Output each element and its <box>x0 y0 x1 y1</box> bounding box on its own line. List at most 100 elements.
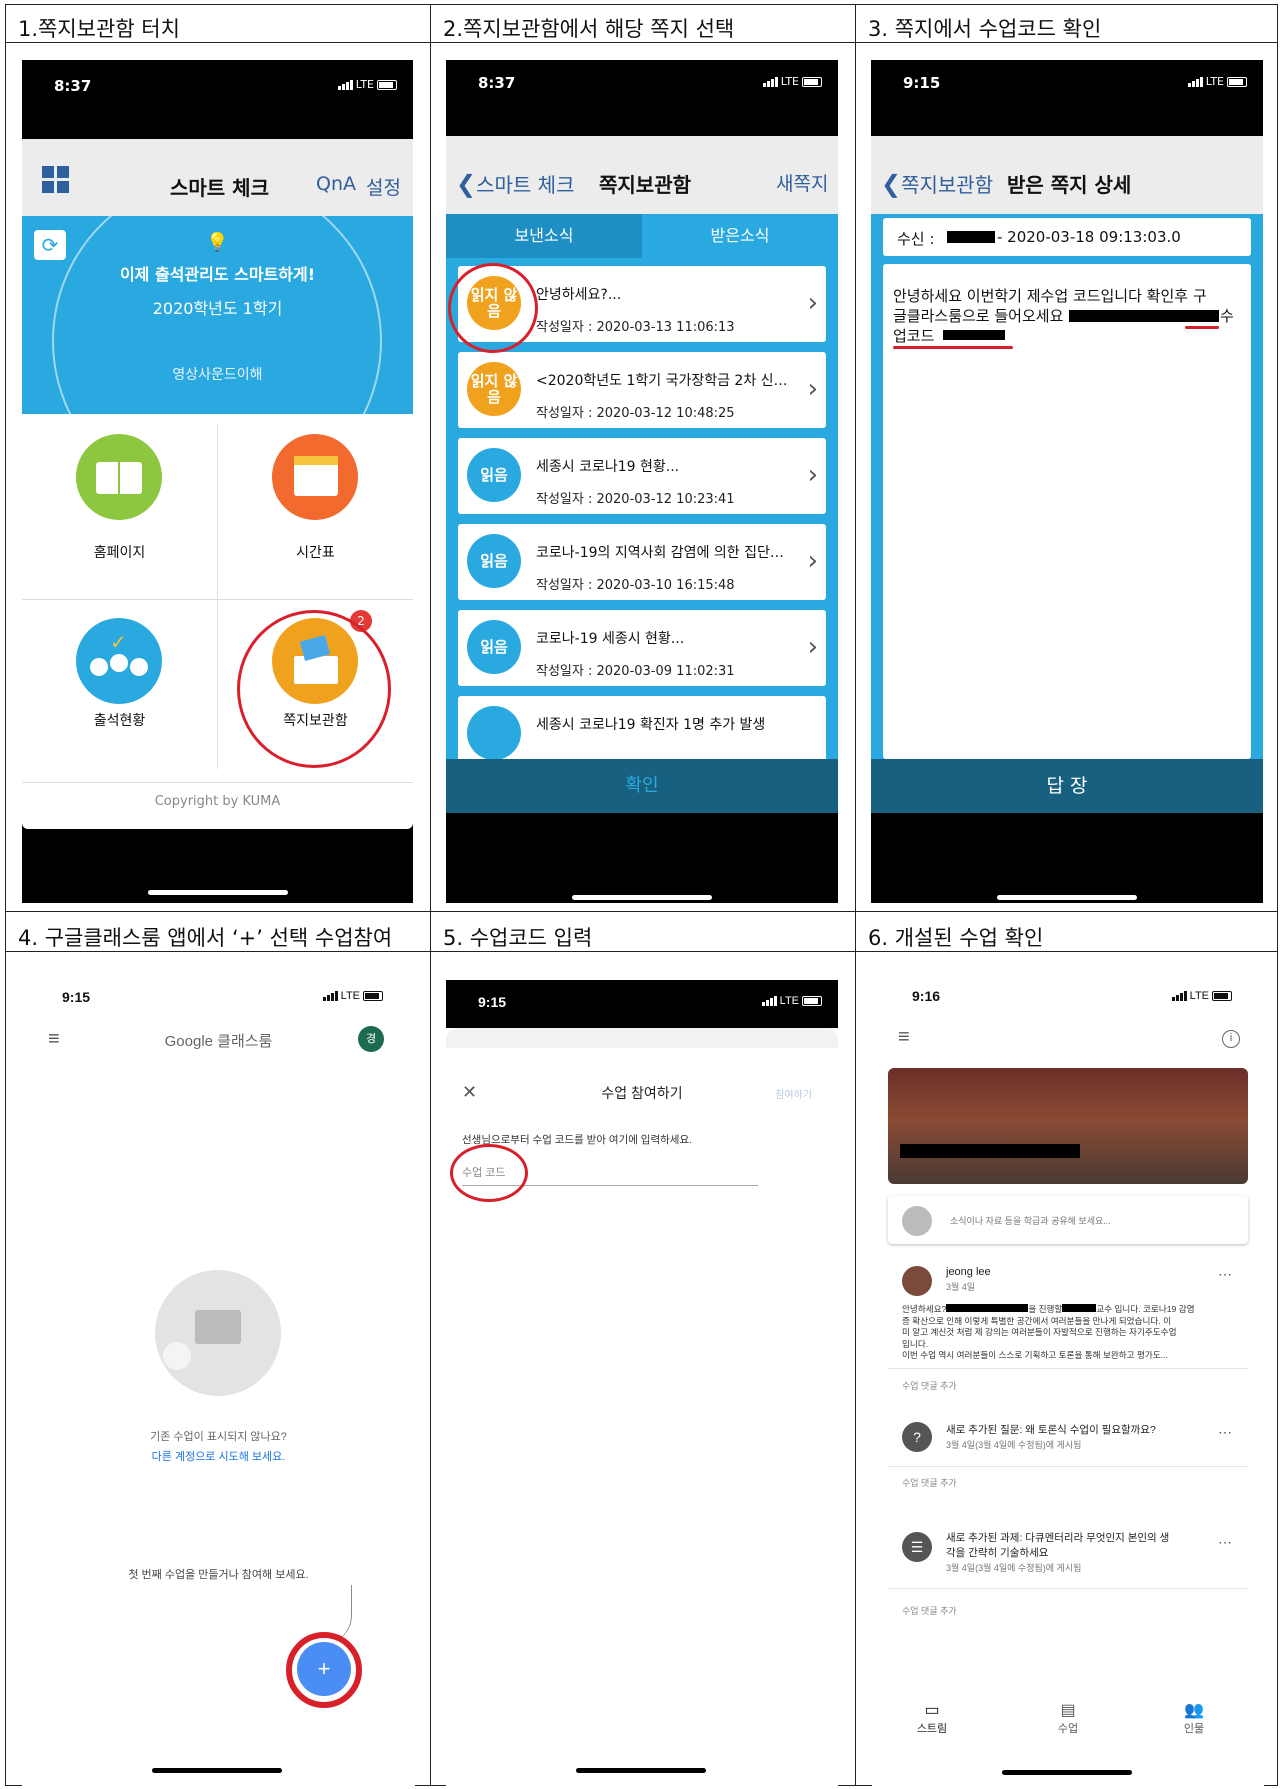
message-body: 안녕하세요 이번학기 제수업 코드입니다 확인후 구 글클라스룸으로 들어오세요… <box>883 264 1251 759</box>
step-3-header: 3. 쪽지에서 수업코드 확인 <box>868 17 1102 41</box>
step-6-header: 6. 개설된 수업 확인 <box>868 926 1044 950</box>
back-button[interactable]: ❮쪽지보관함 <box>881 169 993 198</box>
tab-sent[interactable]: 보낸소식 <box>446 214 642 258</box>
info-icon[interactable]: i <box>1222 1030 1240 1048</box>
menu-homepage[interactable]: 홈페이지 <box>22 414 217 599</box>
hamburger-menu-icon[interactable]: ≡ <box>898 1026 910 1049</box>
more-options-icon[interactable]: ⋯ <box>1218 1534 1232 1551</box>
switch-account-link[interactable]: 다른 계정으로 시도해 보세요. <box>22 1448 415 1464</box>
status-bar: 9:15 LTE <box>446 980 838 1028</box>
step-4-header: 4. 구글클래스룸 앱에서 ‘+’ 선택 수업참여 <box>18 926 393 950</box>
highlight-circle <box>286 1632 362 1708</box>
message-date: 작성일자 : 2020-03-09 11:02:31 <box>536 664 735 679</box>
message-date: 작성일자 : 2020-03-13 11:06:13 <box>536 320 735 335</box>
question-post[interactable]: ? 새로 추가된 질문: 왜 토론식 수업이 필요할까요? 3월 4일(3월 4… <box>888 1410 1248 1506</box>
post-date: 3월 4일 <box>946 1282 976 1292</box>
read-badge: 읽음 <box>467 448 521 502</box>
back-button[interactable]: ❮스마트 체크 <box>456 169 574 198</box>
share-box[interactable]: 소식이나 자료 등을 학급과 공유해 보세요... <box>888 1196 1248 1244</box>
class-banner <box>888 1068 1248 1184</box>
app-header: 스마트 체크 QnA 설정 <box>22 139 413 216</box>
question-date: 3월 4일(3월 4일에 수정됨)에 게시됨 <box>946 1440 1082 1450</box>
status-icons: LTE <box>1171 990 1232 1002</box>
question-icon: ? <box>902 1422 932 1452</box>
step-5-header: 5. 수업코드 입력 <box>443 926 593 950</box>
new-message-button[interactable]: 새쪽지 <box>776 169 828 196</box>
menu-label: 출석현황 <box>93 713 146 729</box>
chevron-right-icon: › <box>807 632 818 662</box>
assignment-title: 각을 간략히 기술하세요 <box>946 1547 1049 1559</box>
copyright: Copyright by KUMA <box>154 794 281 809</box>
status-time: 9:15 <box>903 74 941 92</box>
list-item[interactable]: 읽음 코로나-19 세종시 현황... 작성일자 : 2020-03-09 11… <box>458 610 826 686</box>
menu-attendance[interactable]: ✓ 출석현황 <box>22 600 217 782</box>
status-time: 9:15 <box>62 989 91 1005</box>
add-comment[interactable]: 수업 댓글 추가 <box>902 1379 957 1392</box>
people-icon: 👥 <box>1184 1702 1204 1719</box>
message-title: 세종시 코로나19 확진자 1명 추가 발생 <box>536 717 766 733</box>
home-indicator <box>997 895 1137 900</box>
screenshot-message-box: 8:37 LTE ❮스마트 체크 쪽지보관함 새쪽지 보낸소식 받은소식 읽지 … <box>446 60 838 903</box>
chevron-right-icon: › <box>807 546 818 576</box>
nav-people[interactable]: 👥 인물 <box>1164 1700 1224 1736</box>
banner-title: 이제 출석관리도 스마트하게! <box>119 265 316 284</box>
post-author: jeong lee <box>946 1266 991 1278</box>
menu-label: 홈페이지 <box>93 545 146 561</box>
author-avatar <box>902 1266 932 1296</box>
redacted-block <box>943 330 1005 340</box>
status-icons: LTE <box>762 75 822 88</box>
highlight-circle <box>450 1144 528 1202</box>
status-icons: LTE <box>337 78 397 91</box>
list-item[interactable]: 읽음 코로나-19의 지역사회 감염에 의한 집단… 작성일자 : 2020-0… <box>458 524 826 600</box>
bottom-nav: ▭ 스트림 ▤ 수업 👥 인물 <box>872 1700 1264 1760</box>
read-badge: 읽음 <box>467 534 521 588</box>
status-icons: LTE <box>322 990 383 1002</box>
reply-button[interactable]: 답 장 <box>871 759 1263 813</box>
post-body: 안녕하세요? 을 진행할 교수 입니다. 코로나19 감염 증 확산으로 인해 이렇… <box>902 1304 1195 1360</box>
chevron-right-icon: › <box>807 460 818 490</box>
calendar-icon <box>272 434 358 520</box>
list-item[interactable]: 읽음 세종시 코로나19 현황... 작성일자 : 2020-03-12 10:… <box>458 438 826 514</box>
step-2-header: 2.쪽지보관함에서 해당 쪽지 선택 <box>443 17 735 41</box>
highlight-circle <box>237 610 391 768</box>
grid-menu-icon[interactable] <box>42 166 70 194</box>
add-comment[interactable]: 수업 댓글 추가 <box>902 1604 957 1617</box>
confirm-button[interactable]: 확인 <box>446 759 838 813</box>
chevron-right-icon: › <box>807 288 818 318</box>
add-comment[interactable]: 수업 댓글 추가 <box>902 1476 957 1489</box>
red-underline <box>893 346 1013 349</box>
tab-received[interactable]: 받은소식 <box>642 214 838 258</box>
avatar[interactable]: 경 <box>358 1026 384 1052</box>
settings-link[interactable]: 설정 <box>366 173 401 200</box>
nav-stream[interactable]: ▭ 스트림 <box>902 1700 962 1736</box>
nav-classwork[interactable]: ▤ 수업 <box>1038 1700 1098 1736</box>
message-date: 작성일자 : 2020-03-12 10:48:25 <box>536 406 735 421</box>
home-indicator <box>572 895 712 900</box>
message-title: 안녕하세요?... <box>536 287 622 303</box>
unread-badge: 읽지 않음 <box>467 362 521 416</box>
message-title: 코로나-19 세종시 현황... <box>536 631 685 647</box>
nav-bar: ❮쪽지보관함 받은 쪽지 상세 <box>871 136 1263 214</box>
qna-link[interactable]: QnA <box>316 173 356 195</box>
message-title: 세종시 코로나19 현황... <box>536 459 680 475</box>
stream-icon: ▭ <box>924 1702 940 1719</box>
book-icon <box>76 434 162 520</box>
screenshot-classroom-empty: 9:15 LTE ≡ Google 클래스룸 경 기존 수업이 표시되지 않나요… <box>22 970 415 1786</box>
assignment-post[interactable]: ☰ 새로 추가된 과제: 다큐멘터리라 무엇인지 본인의 생 각을 간략히 기술… <box>888 1520 1248 1632</box>
more-options-icon[interactable]: ⋯ <box>1218 1266 1232 1283</box>
home-indicator <box>152 1768 282 1773</box>
hint-text: 첫 번째 수업을 만들거나 참여해 보세요. <box>128 1569 309 1581</box>
detail-area: 수신 : - 2020-03-18 09:13:03.0 안녕하세요 이번학기 … <box>871 214 1263 759</box>
question-title: 새로 추가된 질문: 왜 토론식 수업이 필요할까요? <box>946 1424 1156 1436</box>
status-icons: LTE <box>761 995 822 1007</box>
app-title: Google 클래스룸 <box>164 1033 273 1050</box>
status-time: 8:37 <box>478 74 516 92</box>
assignment-title: 새로 추가된 과제: 다큐멘터리라 무엇인지 본인의 생 <box>946 1532 1170 1544</box>
menu-timetable[interactable]: 시간표 <box>218 414 413 599</box>
join-button[interactable]: 참여하기 <box>775 1086 812 1101</box>
page-title: 쪽지보관함 <box>599 173 691 197</box>
share-placeholder: 소식이나 자료 등을 학급과 공유해 보세요... <box>950 1216 1111 1226</box>
more-options-icon[interactable]: ⋯ <box>1218 1424 1232 1441</box>
list-item[interactable]: 읽지 않음 <2020학년도 1학기 국가장학금 2차 신… 작성일자 : 20… <box>458 352 826 428</box>
announcement-post: jeong lee 3월 4일 ⋯ 안녕하세요? 을 진행할 교수 입니다. 코로나… <box>888 1254 1248 1404</box>
